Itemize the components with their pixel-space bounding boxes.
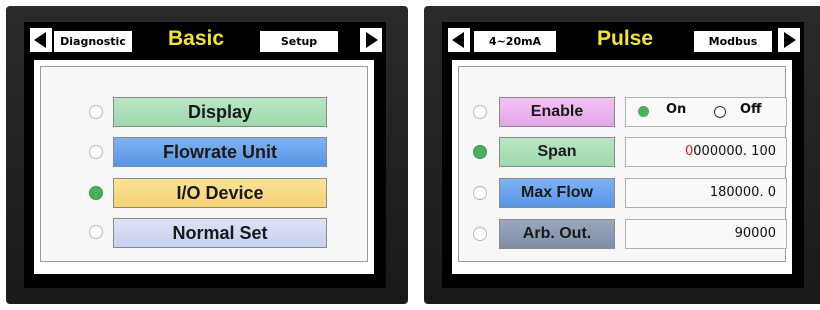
left-screen: Diagnostic Basic Setup Display Flowrate … bbox=[24, 22, 386, 288]
max-flow-button[interactable]: Max Flow bbox=[499, 178, 615, 208]
span-radio[interactable] bbox=[473, 145, 487, 159]
right-next-tab[interactable]: Modbus bbox=[694, 31, 772, 52]
left-next-arrow-icon[interactable] bbox=[360, 28, 382, 52]
enable-options-box: On Off bbox=[625, 97, 787, 127]
normal-set-radio[interactable] bbox=[89, 225, 103, 239]
right-screen: 4~20mA Pulse Modbus Enable On Off Span 0… bbox=[442, 22, 804, 288]
on-radio-icon[interactable] bbox=[638, 106, 649, 117]
left-page-title: Basic bbox=[167, 27, 225, 50]
span-value-rest: 000000. 100 bbox=[693, 144, 776, 159]
right-prev-tab[interactable]: 4~20mA bbox=[474, 31, 556, 52]
flowrate-unit-radio[interactable] bbox=[89, 145, 103, 159]
right-content-area: Enable On Off Span 0000000. 100 Max Flow… bbox=[458, 66, 787, 262]
right-header: 4~20mA Pulse Modbus bbox=[442, 22, 804, 56]
io-device-button[interactable]: I/O Device bbox=[113, 178, 327, 208]
right-prev-arrow-icon[interactable] bbox=[448, 28, 470, 52]
left-device-panel: Diagnostic Basic Setup Display Flowrate … bbox=[6, 6, 408, 304]
left-prev-tab[interactable]: Diagnostic bbox=[54, 31, 132, 52]
off-label[interactable]: Off bbox=[740, 102, 762, 117]
right-next-arrow-icon[interactable] bbox=[778, 28, 800, 52]
enable-radio[interactable] bbox=[473, 105, 487, 119]
max-flow-radio[interactable] bbox=[473, 186, 487, 200]
span-button[interactable]: Span bbox=[499, 137, 615, 167]
right-device-panel: 4~20mA Pulse Modbus Enable On Off Span 0… bbox=[424, 6, 820, 304]
arb-out-button[interactable]: Arb. Out. bbox=[499, 219, 615, 249]
enable-button[interactable]: Enable bbox=[499, 97, 615, 127]
arb-out-value-field[interactable]: 90000 bbox=[625, 219, 787, 249]
left-prev-arrow-icon[interactable] bbox=[30, 28, 52, 52]
display-radio[interactable] bbox=[89, 105, 103, 119]
display-button[interactable]: Display bbox=[113, 97, 327, 127]
left-content-area: Display Flowrate Unit I/O Device Normal … bbox=[40, 66, 368, 262]
right-content: Enable On Off Span 0000000. 100 Max Flow… bbox=[448, 56, 796, 278]
left-header: Diagnostic Basic Setup bbox=[24, 22, 386, 56]
flowrate-unit-button[interactable]: Flowrate Unit bbox=[113, 137, 327, 167]
left-content: Display Flowrate Unit I/O Device Normal … bbox=[30, 56, 378, 278]
io-device-radio[interactable] bbox=[89, 186, 103, 200]
right-page-title: Pulse bbox=[596, 27, 654, 50]
normal-set-button[interactable]: Normal Set bbox=[113, 218, 327, 248]
arb-out-radio[interactable] bbox=[473, 227, 487, 241]
span-value-field[interactable]: 0000000. 100 bbox=[625, 137, 787, 167]
max-flow-value-field[interactable]: 180000. 0 bbox=[625, 178, 787, 208]
off-radio-icon[interactable] bbox=[714, 106, 726, 118]
on-label[interactable]: On bbox=[666, 102, 686, 117]
left-next-tab[interactable]: Setup bbox=[260, 31, 338, 52]
